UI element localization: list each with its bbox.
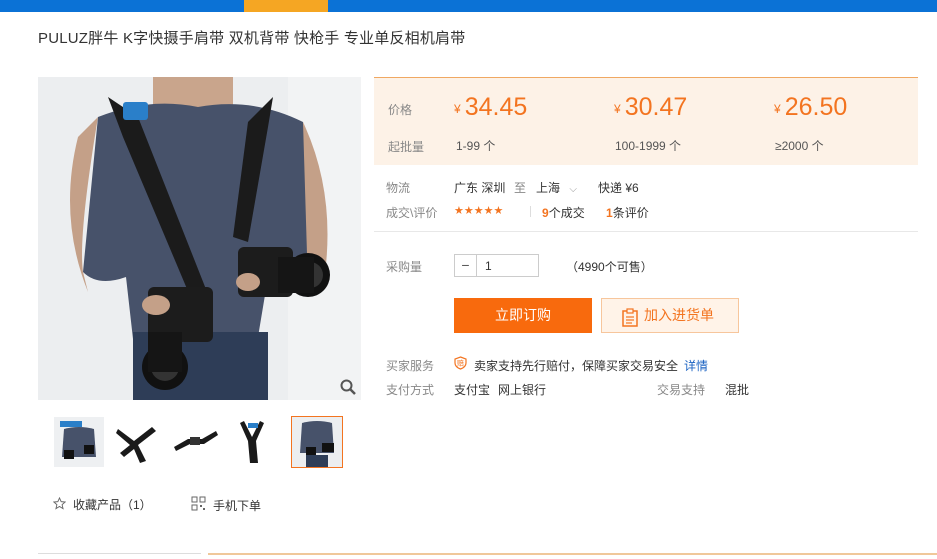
active-nav-tab[interactable] [244, 0, 328, 12]
svg-text:赔: 赔 [457, 359, 464, 368]
purchase-label: 采购量 [386, 260, 423, 274]
clipboard-icon [622, 306, 638, 339]
currency-symbol: ¥ [774, 102, 781, 116]
qr-code-icon [191, 496, 206, 514]
price-tier-3-value: 26.50 [784, 93, 848, 121]
logistics-label: 物流 [386, 181, 411, 195]
star-outline-icon [52, 496, 67, 513]
available-stock: （4990个可售） [566, 260, 653, 274]
add-to-cart-label: 加入进货单 [644, 307, 714, 323]
service-detail-link[interactable]: 详情 [684, 357, 708, 374]
logistics-destination-select[interactable]: 上海 ⌵ [536, 179, 577, 196]
mobile-order-label: 手机下单 [213, 498, 262, 513]
quantity-input[interactable] [485, 259, 535, 273]
moq-label: 起批量 [388, 140, 425, 154]
price-tier-1: ¥34.45 [454, 93, 527, 122]
product-photo [38, 77, 361, 400]
shipping-method: 快递 ¥6 [598, 181, 639, 195]
thumbnail-4[interactable] [227, 416, 279, 468]
product-title: PULUZ胖牛 K字快摄手肩带 双机背带 快枪手 专业单反相机肩带 [38, 30, 466, 47]
payment-label: 支付方式 [386, 383, 435, 397]
chevron-down-icon: ⌵ [569, 184, 577, 195]
price-tier-1-value: 34.45 [464, 93, 528, 121]
tab-underline [38, 553, 201, 554]
quantity-stepper: − [454, 254, 539, 277]
divider [530, 206, 531, 217]
qty-tier-2: 100-1999 个 [615, 139, 682, 153]
logistics-destination: 上海 [536, 181, 561, 195]
trade-support-value: 混批 [725, 383, 750, 397]
shield-icon: 赔 [454, 356, 467, 373]
review-count-text: 条评价 [612, 206, 649, 220]
thumbnail-5-active[interactable] [291, 416, 343, 468]
main-product-image[interactable] [38, 77, 361, 400]
tab-underline-accent [208, 553, 937, 555]
top-nav-bar [0, 0, 937, 12]
deal-count-text: 个成交 [548, 206, 585, 220]
thumbnail-2[interactable] [111, 416, 163, 468]
add-to-cart-button[interactable]: 加入进货单 [601, 298, 739, 333]
deal-count: 9 [542, 206, 549, 220]
qty-tier-1: 1-99 个 [456, 139, 496, 153]
section-divider [374, 231, 918, 232]
price-box: 价格 起批量 ¥34.45 ¥30.47 ¥26.50 1-99 个 100-1… [374, 77, 918, 165]
qty-tier-3: ≥2000 个 [775, 139, 824, 153]
payment-method-1: 支付宝 [454, 383, 491, 397]
buyer-service-text: 卖家支持先行赔付，保障买家交易安全 [474, 359, 679, 373]
price-tier-2-value: 30.47 [624, 93, 688, 121]
deals-label: 成交\评价 [386, 206, 438, 220]
quantity-minus-button[interactable]: − [455, 255, 477, 276]
currency-symbol: ¥ [614, 102, 621, 116]
logistics-to-word: 至 [514, 181, 527, 195]
buy-now-button[interactable]: 立即订购 [454, 298, 592, 333]
zoom-icon[interactable] [339, 378, 357, 396]
currency-symbol: ¥ [454, 102, 461, 116]
review-count-link[interactable]: 1条评价 [606, 204, 649, 221]
review-count: 1 [606, 206, 613, 220]
price-tier-3: ¥26.50 [774, 93, 847, 122]
buyer-service-label: 买家服务 [386, 359, 435, 373]
thumbnail-3[interactable] [169, 416, 221, 468]
deal-count-link[interactable]: 9个成交 [542, 204, 585, 221]
favorite-product-link[interactable]: 收藏产品（1） [52, 496, 152, 513]
trade-support-label: 交易支持 [657, 383, 706, 397]
price-tier-2: ¥30.47 [614, 93, 687, 122]
favorite-product-label: 收藏产品（1） [73, 498, 152, 512]
logistics-from: 广东 深圳 [454, 181, 506, 195]
mobile-order-link[interactable]: 手机下单 [191, 496, 261, 514]
thumbnail-1[interactable] [53, 416, 105, 468]
rating-stars: ★★★★★ [454, 205, 504, 217]
payment-method-2: 网上银行 [498, 383, 547, 397]
price-label: 价格 [388, 103, 413, 117]
